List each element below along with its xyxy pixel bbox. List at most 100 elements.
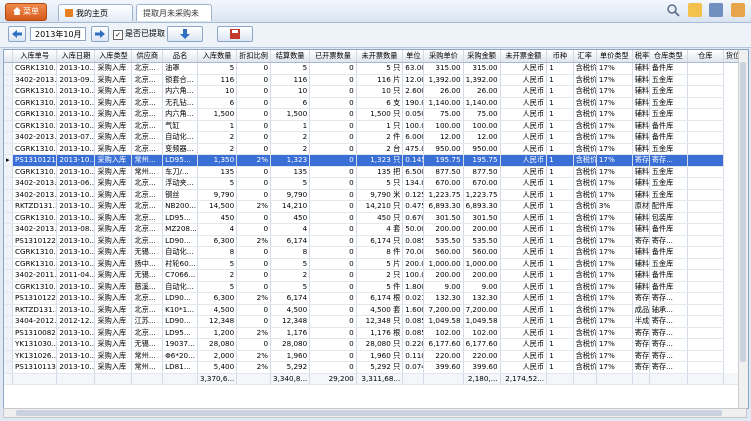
checkbox-box[interactable]: ✓ bbox=[113, 30, 123, 40]
total-cell bbox=[687, 373, 724, 385]
window-icon[interactable] bbox=[709, 3, 724, 17]
table-cell: 2,000 bbox=[197, 350, 238, 362]
table-row[interactable]: CGRK1310... 2013-10... 采购入库 北京... LD95... 450… bbox=[4, 212, 743, 224]
tab-purchase-flow[interactable]: 提取月未采购未开票流水× bbox=[136, 4, 212, 35]
total-cell bbox=[632, 373, 650, 385]
table-cell: 2011-04... bbox=[56, 269, 96, 282]
table-row[interactable]: CGRK1310... 2013-10... 采购入库 慈溪... 自动化... 5 0 5 0… bbox=[4, 281, 743, 293]
table-row[interactable]: CGRK1310... 2013-10... 采购入库 北京... 内六角... 10 0 1… bbox=[4, 85, 743, 98]
download-button[interactable] bbox=[167, 26, 203, 42]
exit-icon[interactable] bbox=[731, 3, 745, 17]
table-cell: 0 bbox=[309, 212, 357, 224]
column-header[interactable]: 仓库类型 bbox=[649, 50, 688, 63]
table-row[interactable]: PS13101224 2013-10... 采购入库 北京... LD90... 6,30… bbox=[4, 292, 743, 305]
table-cell: 6,893.30 bbox=[423, 200, 464, 213]
column-header[interactable]: 未开票金额 bbox=[500, 50, 548, 63]
table-cell: 3402-2013... bbox=[12, 223, 58, 236]
table-row[interactable]: RKTZD131... 2013-10... 采购入库 北京... K10*1... 4,… bbox=[4, 304, 743, 316]
prev-month-button[interactable] bbox=[8, 26, 26, 42]
table-cell: 辅料库 bbox=[632, 143, 650, 155]
horizontal-scrollbar[interactable] bbox=[3, 408, 747, 418]
table-row[interactable]: 3402-2013... 2013-07... 采购入库 北京... 自动化... 2 0 2… bbox=[4, 131, 743, 144]
table-cell: 5 bbox=[197, 62, 238, 75]
vertical-scrollbar[interactable] bbox=[738, 50, 748, 408]
column-header[interactable]: 采购金额 bbox=[463, 50, 501, 63]
table-row[interactable]: 3402-2011... 2011-04... 采购入库 无锡... C7066... 2… bbox=[4, 269, 743, 282]
table-row[interactable]: CGRK1310... 2013-10... 采购入库 北京... 无孔钻... 6 0 6 0… bbox=[4, 97, 743, 109]
table-row[interactable]: 3402-2013... 2013-10... 采购入库 北京... 钢丝 9,790 0 9… bbox=[4, 189, 743, 201]
table-row[interactable]: CGRK1310... 2013-10... 采购入库 北京... 油罩 5 0 5 0 5 只6… bbox=[4, 62, 743, 75]
table-cell: 自动化... bbox=[162, 246, 199, 259]
table-row[interactable]: YK131026... 2013-10... 采购入库 常州... Φ6*20... 2,… bbox=[4, 350, 743, 362]
table-row[interactable]: CGRK1310... 2013-10... 采购入库 北京... 变频器... 2 0 2 0… bbox=[4, 143, 743, 155]
table-cell: 含税价 bbox=[573, 361, 597, 374]
table-cell: 1 bbox=[546, 315, 574, 328]
table-cell: 人民币 bbox=[500, 131, 548, 144]
column-header[interactable]: 折扣比例 bbox=[236, 50, 272, 63]
table-row[interactable]: 3402-2013... 2013-08... 采购入库 北京... MZ208... 4… bbox=[4, 223, 743, 236]
column-header[interactable]: 汇率 bbox=[573, 50, 597, 63]
month-field[interactable]: 2013年10月 bbox=[30, 27, 86, 41]
total-cell bbox=[402, 373, 425, 385]
table-cell: 辅料库 bbox=[632, 281, 650, 293]
row-indicator bbox=[4, 292, 13, 305]
save-button[interactable] bbox=[217, 26, 253, 42]
table-row[interactable]: ▸ PS13101214 2013-10... 采购入库 常州... LD95... 1,3… bbox=[4, 154, 743, 167]
column-header[interactable]: 结算数量 bbox=[270, 50, 311, 63]
vertical-scroll-thumb[interactable] bbox=[740, 62, 746, 362]
table-cell: 17% bbox=[596, 361, 633, 374]
table-row[interactable]: CGRK1310... 2013-10... 采购入库 北京... 气缸 1 0 1 0 1 只1… bbox=[4, 120, 743, 132]
table-row[interactable]: RKTZD131... 2013-10... 采购入库 北京... NB200... 14… bbox=[4, 200, 743, 213]
extracted-checkbox[interactable]: ✓ 是否已提取 bbox=[113, 27, 165, 41]
column-header[interactable]: 未开票数量 bbox=[356, 50, 404, 63]
column-header[interactable]: 入库类型 bbox=[94, 50, 133, 63]
table-cell: 备件库 bbox=[649, 131, 688, 144]
column-header[interactable]: 入库数量 bbox=[197, 50, 238, 63]
table-row[interactable]: CGRK1310... 2013-10... 采购入库 北京... 内六角... 1,50… bbox=[4, 108, 743, 121]
table-cell: 含税价 bbox=[573, 154, 597, 167]
table-row[interactable]: PS13101224 2013-10... 采购入库 北京... LD90... 6,30… bbox=[4, 235, 743, 247]
table-row[interactable]: PS13100826 2013-10... 采购入库 北京... LD95... 1,20… bbox=[4, 327, 743, 339]
table-cell: 1,200 bbox=[197, 327, 238, 339]
column-header[interactable]: 单位 bbox=[402, 50, 425, 63]
horizontal-scroll-thumb[interactable] bbox=[16, 410, 722, 416]
tab-home[interactable]: 我的主页 bbox=[58, 4, 133, 21]
table-cell: 0 bbox=[309, 62, 357, 75]
user-icon[interactable] bbox=[687, 3, 702, 17]
table-row[interactable]: PS13101138 2013-10... 采购入库 常州... LD81... 5,40… bbox=[4, 361, 743, 374]
table-cell: 锁套合... bbox=[162, 74, 199, 86]
table-cell: 2013-06... bbox=[56, 177, 96, 190]
table-row[interactable]: CGRK1310... 2013-10... 采购入库 常州... 车刀/... 135 0… bbox=[4, 166, 743, 178]
table-cell: 1.6000... bbox=[402, 304, 425, 316]
column-header[interactable]: 入库日期 bbox=[56, 50, 96, 63]
table-row[interactable]: CGRK1310... 2013-10... 采购入库 扬中... 衬轮60... 5 0 5… bbox=[4, 258, 743, 270]
menu-button[interactable]: 菜单 bbox=[5, 3, 47, 21]
column-header[interactable]: 币种 bbox=[546, 50, 574, 63]
column-header[interactable]: 税率 bbox=[632, 50, 650, 63]
column-header[interactable]: 仓库 bbox=[687, 50, 724, 63]
column-header[interactable]: 单价类型 bbox=[596, 50, 633, 63]
table-cell: 北京... bbox=[131, 327, 164, 339]
table-cell: 8 bbox=[197, 246, 238, 259]
column-header[interactable]: 已开票数量 bbox=[309, 50, 357, 63]
column-header[interactable]: 采购单价 bbox=[423, 50, 464, 63]
column-header[interactable]: 入库单号 bbox=[12, 50, 58, 63]
table-row[interactable]: CGRK1310... 2013-10... 采购入库 无锡... 自动化... 8 0 8 0… bbox=[4, 246, 743, 259]
next-month-button[interactable] bbox=[91, 26, 109, 42]
table-row[interactable]: 3404-2012... 2012-12... 采购入库 江苏... LD90... 12… bbox=[4, 315, 743, 328]
table-cell: 含税价 bbox=[573, 315, 597, 328]
table-cell: 9,790 bbox=[197, 189, 238, 201]
table-cell: 2% bbox=[236, 350, 272, 362]
table-row[interactable]: 3402-2013... 2013-09... 采购入库 北京... 锁套合... 116… bbox=[4, 74, 743, 86]
table-cell: 人民币 bbox=[500, 223, 548, 236]
table-cell: 116 bbox=[197, 74, 238, 86]
table-cell: 0 bbox=[309, 131, 357, 144]
table-cell: 含税价 bbox=[573, 223, 597, 236]
column-header[interactable]: 供应商 bbox=[131, 50, 164, 63]
table-cell: 无锡... bbox=[131, 269, 164, 282]
table-row[interactable]: 3402-2013... 2013-06... 采购入库 北京... 浮动夹... 5 0 5… bbox=[4, 177, 743, 190]
search-icon[interactable] bbox=[666, 3, 680, 17]
column-header[interactable]: 品名 bbox=[162, 50, 199, 63]
table-cell: 油罩 bbox=[162, 62, 199, 75]
table-row[interactable]: YK131030... 2013-10... 采购入库 无锡... 19037... 28… bbox=[4, 338, 743, 351]
